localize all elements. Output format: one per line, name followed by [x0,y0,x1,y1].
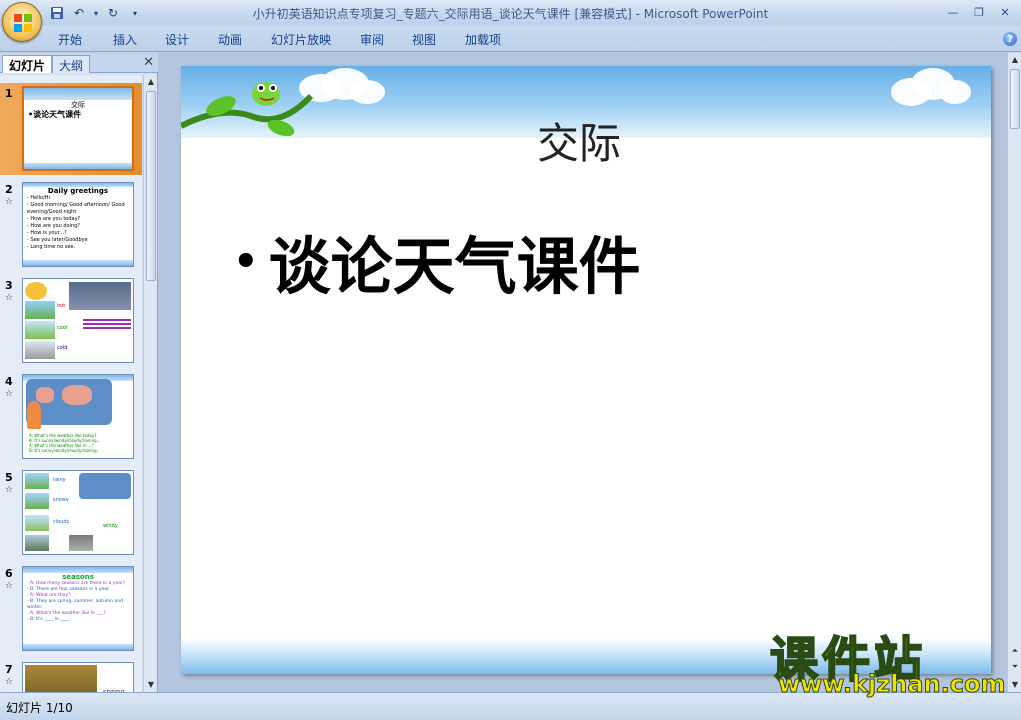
weather-picture [69,282,131,310]
animation-star-icon: ☆ [5,389,14,399]
thumbnail-line: - How are you today? [27,216,81,222]
slide-scrollbar[interactable]: ▲ ⏶ ⏷ ▼ [1007,53,1021,692]
scroll-up-icon[interactable]: ▲ [145,75,157,89]
landscape-picture [25,515,49,531]
thumbnail-number: 5 [5,471,13,484]
previous-slide-icon[interactable]: ⏶ [1009,644,1021,658]
thumbnail-line: evening/Good night [27,209,77,215]
thumbnail-line: - B: It's ____ in ____. [27,617,71,622]
thumbnail-line: hot [57,303,66,309]
thumbnail-slide-4[interactable]: 4 ☆ A: What's the weather like today? B:… [0,371,142,463]
thumbnail-line: - Good morning/ Good afternoon/ Good [27,202,125,208]
thumbnail-slide-5[interactable]: 5 ☆ rainy snowy cloudy windy [0,467,142,559]
thumbnail-title: Daily greetings [47,187,109,195]
thumbnail-number: 1 [5,87,13,100]
scrollbar-thumb[interactable] [146,91,156,281]
thumbnail-slide-6[interactable]: 6 ☆ seasons - A: How many seasons are th… [0,563,142,655]
thumbnail-line: cool [57,325,68,331]
world-map-picture [79,473,131,499]
thumbnail-number: 6 [5,567,13,580]
bullet-icon: • [233,237,259,285]
scrollbar-thumb[interactable] [1010,69,1020,129]
slide-bullet[interactable]: • 谈论天气课件 [233,216,641,306]
thumbnail-slide-7[interactable]: 7 ☆ spring [0,659,142,692]
slide-title[interactable]: 交际 [537,110,621,171]
tab-insert[interactable]: 插入 [113,31,137,48]
slides-pane: 幻灯片 大纲 ✕ 1 交际 •谈论天气课件 2 ☆ Daily greeting… [0,53,158,692]
thumbnail-number: 7 [5,663,13,676]
thumbnail-line: - Long time no see. [27,244,76,250]
thumbnail-line: cold [57,345,68,351]
tab-slides[interactable]: 幻灯片 [2,55,53,73]
girl-picture [27,401,41,429]
thumbnail-slide-3[interactable]: 3 ☆ hot cool cold [0,275,142,367]
close-icon[interactable]: ✕ [993,3,1017,21]
landscape-picture [25,493,49,509]
landscape-picture [25,301,55,319]
thumbnail-line: - How is your...? [27,230,67,236]
thumbnail-number: 3 [5,279,13,292]
thumbnail-list: 1 交际 •谈论天气课件 2 ☆ Daily greetings - Hello… [0,75,142,692]
thumbnail-line: B: It's sunny/windy/cloudy/raining... [29,448,101,453]
thumbnail-text-block [83,319,131,331]
window-title: 小升初英语知识点专项复习_专题六_交际用语_谈论天气课件 [兼容模式] - Mi… [252,7,769,21]
animation-star-icon: ☆ [5,197,14,207]
ribbon-tab-row: 开始 插入 设计 动画 幻灯片放映 审阅 视图 加载项 ? [0,26,1021,52]
tab-view[interactable]: 视图 [412,31,436,48]
thumbnail-line: snowy [53,497,69,503]
tab-review[interactable]: 审阅 [360,31,384,48]
thumbnail-line: •谈论天气课件 [28,110,82,119]
tab-design[interactable]: 设计 [165,31,189,48]
animation-star-icon: ☆ [5,581,14,591]
thumbnail-line: - See you later/Goodbye [27,237,88,243]
thumbnail-scrollbar[interactable]: ▲ ▼ [143,75,157,692]
spring-picture [25,665,97,692]
thumbnail-title: 交际 [71,101,85,109]
watermark-logo: 课件站 www.kjzhan.com [769,620,1006,700]
thumbnail-line: - How are you doing? [27,223,80,229]
frog-vine-icon [181,82,314,137]
landscape-picture [25,535,49,551]
thumbnail-slide-2[interactable]: 2 ☆ Daily greetings - Hello/Hi - Good mo… [0,179,142,271]
office-button[interactable] [2,2,42,42]
landscape-picture [25,341,55,359]
thumbnail-number: 4 [5,375,13,388]
sun-picture [25,282,47,300]
scroll-down-icon[interactable]: ▼ [1009,678,1021,692]
help-icon[interactable]: ? [1003,32,1017,46]
thumbnail-number: 2 [5,183,13,196]
tab-animations[interactable]: 动画 [218,31,242,48]
next-slide-icon[interactable]: ⏷ [1009,660,1021,674]
bullet-text: 谈论天气课件 [268,230,641,303]
thumbnail-line: rainy [53,477,66,483]
thumbnail-line: cloudy [53,519,70,525]
animation-star-icon: ☆ [5,293,14,303]
thumbnail-title: seasons [62,573,94,581]
animation-star-icon: ☆ [5,485,14,495]
close-pane-icon[interactable]: ✕ [143,55,154,70]
thumbnail-slide-1[interactable]: 1 交际 •谈论天气课件 [0,83,142,175]
current-slide[interactable]: 交际 • 谈论天气课件 [181,66,991,674]
scroll-up-icon[interactable]: ▲ [1009,53,1021,67]
cloud-icon [891,68,971,106]
thumbnail-line: windy [103,523,118,529]
slide-counter: 幻灯片 1/10 [6,701,73,715]
office-logo-icon [14,14,32,32]
landscape-picture [25,321,55,339]
tab-slide-show[interactable]: 幻灯片放映 [271,31,331,48]
animation-star-icon: ☆ [5,677,14,687]
landscape-picture [25,473,49,489]
minimize-icon[interactable]: — [941,3,965,21]
landscape-picture [69,535,93,551]
watermark-url: www.kjzhan.com [777,670,1006,699]
scroll-down-icon[interactable]: ▼ [145,678,157,692]
tab-add-ins[interactable]: 加载项 [465,31,501,48]
tab-outline[interactable]: 大纲 [52,55,91,73]
tab-home[interactable]: 开始 [58,31,82,48]
title-bar: ↶ ▾ ↻ ▾ 小升初英语知识点专项复习_专题六_交际用语_谈论天气课件 [兼容… [0,0,1021,26]
thumbnail-line: - Hello/Hi [27,195,50,201]
restore-icon[interactable]: ❐ [967,3,991,21]
